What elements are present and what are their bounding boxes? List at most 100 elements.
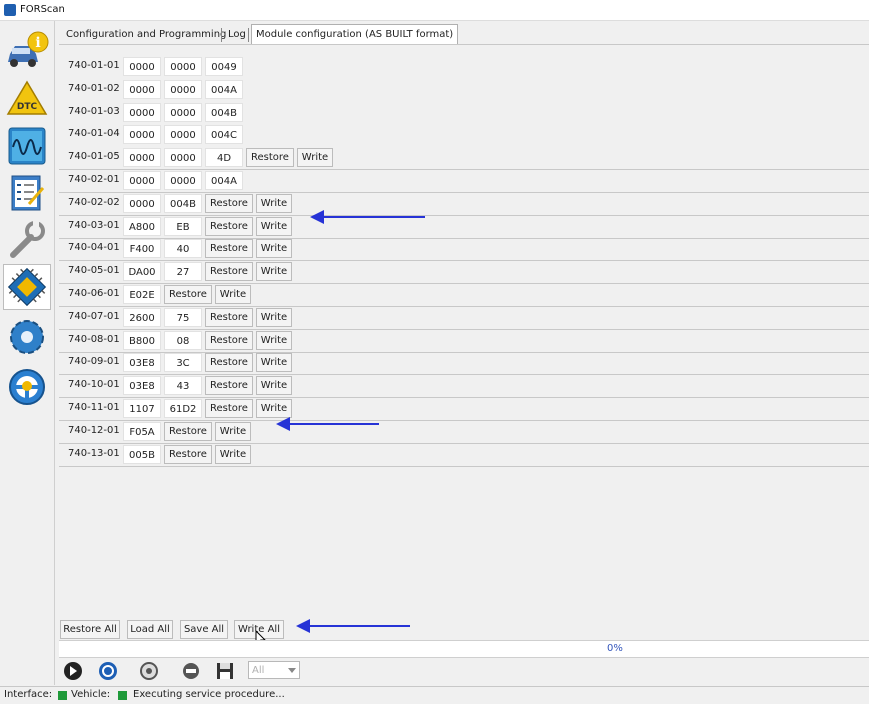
- tab-log[interactable]: Log: [224, 25, 250, 45]
- save-button[interactable]: [214, 661, 236, 681]
- value-field[interactable]: 004B: [164, 194, 202, 213]
- sidebar-item-settings[interactable]: [3, 314, 51, 360]
- tab-module-configuration[interactable]: Module configuration (AS BUILT format): [251, 24, 459, 46]
- sidebar-item-vehicle-info[interactable]: i: [3, 26, 51, 72]
- restore-button[interactable]: Restore: [246, 148, 294, 167]
- sidebar-item-tools[interactable]: [3, 217, 51, 263]
- value-field[interactable]: 1107: [123, 399, 161, 418]
- write-button[interactable]: Write: [256, 376, 292, 395]
- value-field[interactable]: 40: [164, 239, 202, 258]
- row-divider: [59, 443, 869, 444]
- value-field[interactable]: A800: [123, 217, 161, 236]
- restore-button[interactable]: Restore: [205, 399, 253, 418]
- restore-button[interactable]: Restore: [205, 376, 253, 395]
- write-button[interactable]: Write: [256, 262, 292, 281]
- restore-button[interactable]: Restore: [205, 262, 253, 281]
- load-all-button[interactable]: Load All: [127, 620, 173, 639]
- value-field[interactable]: 0000: [123, 148, 161, 167]
- write-button[interactable]: Write: [256, 331, 292, 350]
- save-all-button[interactable]: Save All: [180, 620, 228, 639]
- value-field[interactable]: 0000: [123, 125, 161, 144]
- play-button[interactable]: [62, 661, 84, 681]
- restore-button[interactable]: Restore: [205, 194, 253, 213]
- checklist-icon: [11, 175, 45, 211]
- restore-all-button[interactable]: Restore All: [60, 620, 120, 639]
- value-field[interactable]: 0000: [164, 148, 202, 167]
- sidebar-item-module-config[interactable]: [3, 264, 51, 310]
- value-field[interactable]: 3C: [164, 353, 202, 372]
- restore-button[interactable]: Restore: [164, 285, 212, 304]
- row-label: 740-02-02: [68, 197, 120, 208]
- restore-button[interactable]: Restore: [205, 331, 253, 350]
- restore-button[interactable]: Restore: [205, 239, 253, 258]
- value-field[interactable]: 004B: [205, 103, 243, 122]
- value-field[interactable]: B800: [123, 331, 161, 350]
- value-field[interactable]: EB: [164, 217, 202, 236]
- value-field[interactable]: 0049: [205, 57, 243, 76]
- value-field[interactable]: E02E: [123, 285, 161, 304]
- filter-dropdown[interactable]: All: [248, 661, 300, 679]
- value-field[interactable]: 27: [164, 262, 202, 281]
- row-label: 740-04-01: [68, 242, 120, 253]
- write-button[interactable]: Write: [215, 422, 251, 441]
- write-button[interactable]: Write: [256, 217, 292, 236]
- value-field[interactable]: 0000: [164, 171, 202, 190]
- value-field[interactable]: 004A: [205, 171, 243, 190]
- write-button[interactable]: Write: [256, 399, 292, 418]
- write-button[interactable]: Write: [256, 353, 292, 372]
- vehicle-status-indicator: [118, 691, 127, 700]
- restore-button[interactable]: Restore: [205, 308, 253, 327]
- connect-icon: [140, 662, 158, 680]
- write-button[interactable]: Write: [215, 445, 251, 464]
- interface-status-indicator: [58, 691, 67, 700]
- connect-button[interactable]: [138, 661, 160, 681]
- value-field[interactable]: 75: [164, 308, 202, 327]
- write-button[interactable]: Write: [256, 239, 292, 258]
- sidebar-item-dtc[interactable]: DTC: [3, 76, 51, 122]
- value-field[interactable]: 43: [164, 376, 202, 395]
- tab-configuration-programming[interactable]: Configuration and Programming: [62, 25, 230, 45]
- sidebar-item-service[interactable]: [3, 170, 51, 216]
- value-field[interactable]: 03E8: [123, 353, 161, 372]
- disconnect-button[interactable]: [180, 661, 202, 681]
- value-field[interactable]: 2600: [123, 308, 161, 327]
- value-field[interactable]: 0000: [123, 57, 161, 76]
- restore-button[interactable]: Restore: [205, 353, 253, 372]
- value-field[interactable]: 4D: [205, 148, 243, 167]
- row-label: 740-12-01: [68, 425, 120, 436]
- value-field[interactable]: 004A: [205, 80, 243, 99]
- value-field[interactable]: 0000: [123, 103, 161, 122]
- sidebar-item-help[interactable]: [3, 364, 51, 410]
- stop-button[interactable]: [97, 661, 119, 681]
- write-button[interactable]: Write: [256, 308, 292, 327]
- value-field[interactable]: 0000: [123, 80, 161, 99]
- value-field[interactable]: F05A: [123, 422, 161, 441]
- row-label: 740-11-01: [68, 402, 120, 413]
- value-field[interactable]: 0000: [164, 125, 202, 144]
- value-field[interactable]: 03E8: [123, 376, 161, 395]
- value-field[interactable]: 0000: [164, 57, 202, 76]
- save-icon: [217, 663, 233, 679]
- value-field[interactable]: 0000: [123, 171, 161, 190]
- disconnect-icon: [183, 663, 199, 679]
- value-field[interactable]: 61D2: [164, 399, 202, 418]
- write-button[interactable]: Write: [256, 194, 292, 213]
- restore-button[interactable]: Restore: [164, 445, 212, 464]
- wrench-icon: [10, 221, 45, 258]
- value-field[interactable]: 0000: [164, 80, 202, 99]
- write-button[interactable]: Write: [215, 285, 251, 304]
- value-field[interactable]: 0000: [164, 103, 202, 122]
- value-field[interactable]: DA00: [123, 262, 161, 281]
- interface-label: Interface:: [4, 689, 53, 700]
- value-field[interactable]: 004C: [205, 125, 243, 144]
- sidebar-item-oscilloscope[interactable]: [3, 123, 51, 169]
- restore-button[interactable]: Restore: [164, 422, 212, 441]
- value-field[interactable]: 08: [164, 331, 202, 350]
- restore-button[interactable]: Restore: [205, 217, 253, 236]
- write-button[interactable]: Write: [297, 148, 333, 167]
- value-field[interactable]: 0000: [123, 194, 161, 213]
- row-divider: [59, 306, 869, 307]
- value-field[interactable]: F400: [123, 239, 161, 258]
- row-divider: [59, 283, 869, 284]
- value-field[interactable]: 005B: [123, 445, 161, 464]
